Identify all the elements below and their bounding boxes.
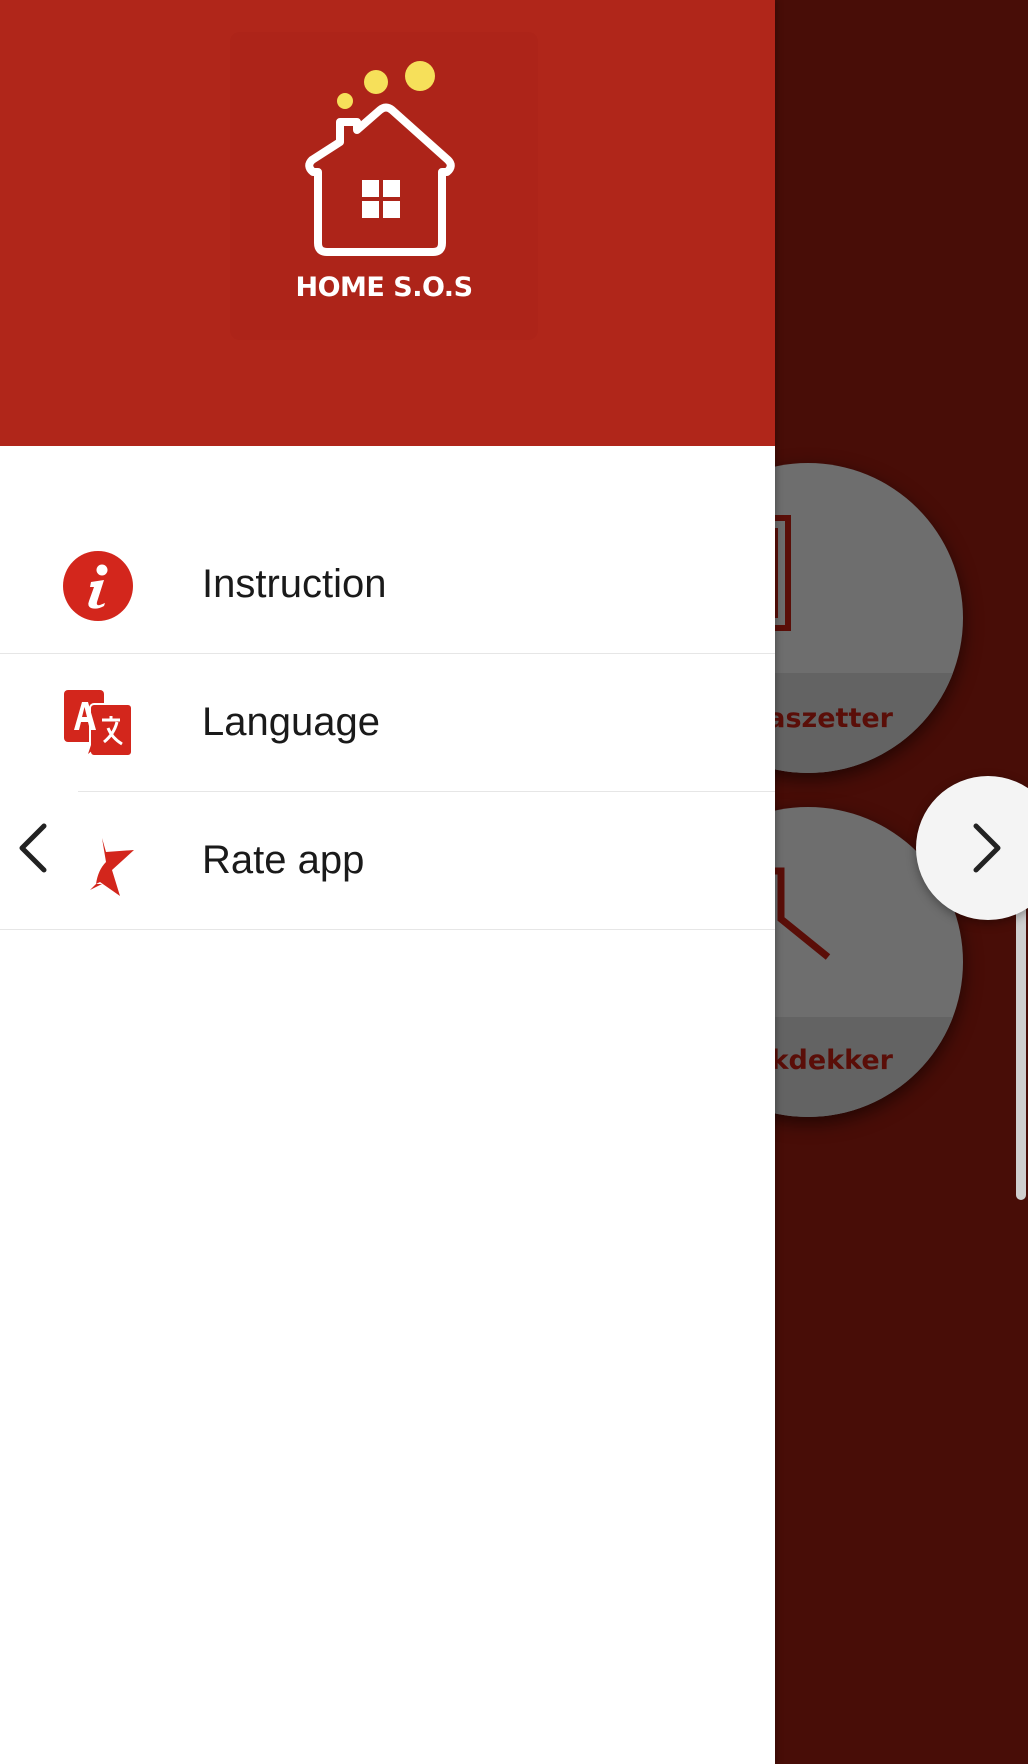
info-icon — [63, 551, 133, 621]
menu-label-rate-app: Rate app — [202, 838, 365, 882]
menu-label-language: Language — [202, 700, 380, 744]
divider — [0, 929, 775, 930]
navigation-drawer: HOME S.O.S Instruction Language Rate app — [0, 0, 775, 1764]
chevron-right-icon — [973, 823, 1001, 873]
menu-item-instruction[interactable]: Instruction — [0, 516, 775, 654]
scrollbar[interactable] — [1016, 905, 1026, 1200]
menu-label-instruction: Instruction — [202, 562, 387, 606]
menu-item-rate-app[interactable]: Rate app — [0, 792, 775, 930]
previous-arrow-button[interactable] — [10, 820, 60, 876]
rate-flag-icon — [90, 838, 134, 896]
app-logo: HOME S.O.S — [230, 32, 538, 340]
translate-icon — [64, 690, 133, 757]
menu-item-language[interactable]: Language — [0, 654, 775, 792]
drawer-header: HOME S.O.S — [0, 0, 775, 446]
chevron-left-icon — [19, 823, 47, 873]
logo-text: HOME S.O.S — [295, 272, 473, 303]
drawer-menu: Instruction Language Rate app — [0, 516, 775, 930]
